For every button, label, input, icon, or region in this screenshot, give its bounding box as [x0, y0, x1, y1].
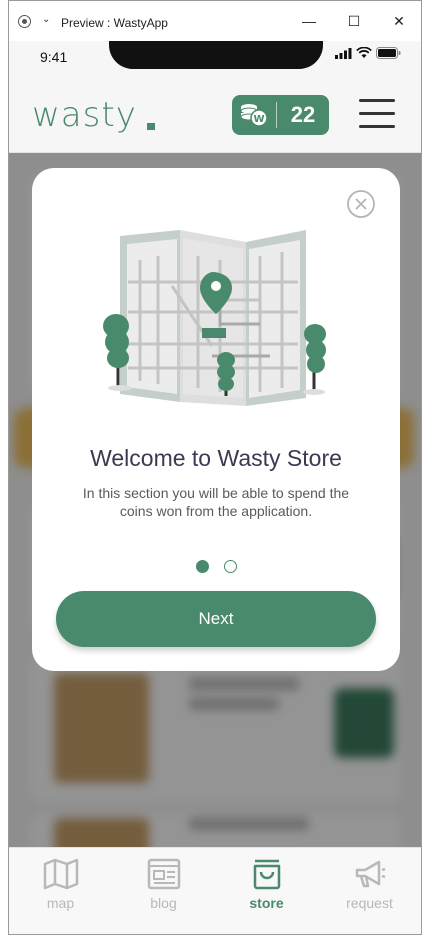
page-indicator — [32, 560, 400, 573]
coins-icon: W — [232, 95, 276, 135]
megaphone-icon — [352, 857, 388, 891]
nav-label-blog: blog — [150, 895, 177, 911]
close-window-button[interactable]: ✕ — [387, 9, 411, 33]
chevron-down-icon[interactable]: ⌄ — [42, 14, 50, 25]
app-window: ⌄ Preview : WastyApp — ☐ ✕ 9:41 wasty W … — [8, 0, 422, 935]
nav-item-blog[interactable]: blog — [112, 848, 215, 934]
wasty-logo: wasty — [32, 95, 137, 135]
modal-title: Welcome to Wasty Store — [90, 445, 342, 471]
page-dot-1[interactable] — [195, 560, 209, 573]
status-time: 9:41 — [40, 49, 68, 65]
record-icon[interactable] — [18, 15, 31, 28]
notch — [109, 41, 323, 69]
svg-text:W: W — [253, 114, 264, 125]
coin-balance[interactable]: W 22 — [232, 95, 329, 135]
page-dot-2[interactable] — [223, 560, 237, 573]
blog-icon — [146, 857, 182, 891]
battery-icon — [376, 47, 401, 59]
window-titlebar: ⌄ Preview : WastyApp — ☐ ✕ — [9, 1, 421, 41]
hamburger-line — [359, 112, 395, 115]
next-button[interactable]: Next — [56, 591, 376, 647]
store-map-illustration — [103, 230, 326, 406]
hamburger-line — [359, 125, 395, 128]
close-modal-button[interactable] — [346, 189, 376, 219]
status-bar: 9:41 — [9, 41, 421, 85]
nav-label-request: request — [346, 895, 393, 911]
map-icon — [43, 857, 79, 891]
minimize-button[interactable]: — — [297, 9, 321, 33]
logo-dot — [147, 123, 155, 130]
status-icons — [335, 47, 401, 59]
modal-description: In this section you will be able to spen… — [82, 485, 350, 519]
signal-icon — [335, 47, 352, 59]
hamburger-line — [359, 99, 395, 102]
app-header: wasty W 22 — [9, 85, 421, 153]
window-title: Preview : WastyApp — [61, 16, 168, 30]
bottom-nav: map blog store request — [9, 847, 421, 934]
close-icon — [347, 190, 375, 218]
wifi-icon — [356, 47, 372, 58]
menu-button[interactable] — [359, 99, 395, 129]
nav-item-request[interactable]: request — [318, 848, 421, 934]
nav-label-map: map — [46, 895, 75, 911]
welcome-modal: Welcome to Wasty Store In this section y… — [32, 168, 400, 671]
nav-label-store: store — [249, 895, 284, 911]
maximize-button[interactable]: ☐ — [342, 9, 366, 33]
shopping-bag-icon — [249, 857, 285, 891]
nav-item-map[interactable]: map — [9, 848, 112, 934]
nav-item-store[interactable]: store — [215, 848, 318, 934]
phone-screen: 9:41 wasty W 22 Welcome to Wasty Store I… — [9, 41, 421, 934]
coin-count: 22 — [290, 102, 316, 127]
